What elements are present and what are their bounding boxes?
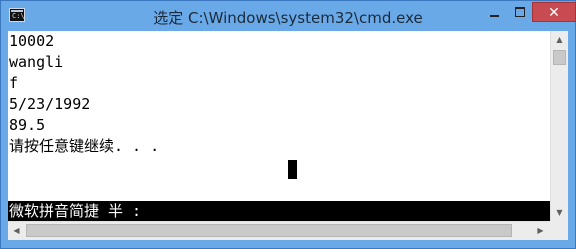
scroll-right-icon[interactable]: ▶ bbox=[532, 222, 549, 239]
console-line: 请按任意键继续. . . bbox=[9, 137, 160, 155]
maximize-button[interactable] bbox=[507, 2, 533, 22]
close-icon: ✕ bbox=[548, 5, 560, 21]
console-line: 5/23/1992 bbox=[9, 95, 91, 113]
console-output[interactable]: 10002 wangli f 5/23/1992 89.5 请按任意键继续. .… bbox=[8, 31, 550, 221]
minimize-button[interactable] bbox=[481, 2, 507, 22]
horizontal-scroll-thumb[interactable] bbox=[26, 224, 512, 237]
minimize-icon bbox=[489, 15, 499, 17]
cmd-window: C:\ 选定 C:\Windows\system32\cmd.exe ✕ 100… bbox=[0, 0, 576, 249]
console-line: f bbox=[9, 74, 19, 92]
vertical-scroll-thumb[interactable] bbox=[553, 50, 566, 65]
scroll-left-icon[interactable]: ◀ bbox=[8, 222, 25, 239]
console-line: 10002 bbox=[9, 32, 55, 50]
console-line: 89.5 bbox=[9, 116, 46, 134]
ime-status-bar: 微软拼音简捷 半 : bbox=[8, 201, 550, 221]
console-line: wangli bbox=[9, 53, 64, 71]
text-cursor bbox=[288, 160, 297, 179]
horizontal-scrollbar[interactable]: ◀ ▶ bbox=[8, 221, 550, 240]
title-bar[interactable]: C:\ 选定 C:\Windows\system32\cmd.exe ✕ bbox=[1, 1, 576, 31]
scroll-down-icon[interactable]: ▼ bbox=[551, 204, 568, 221]
scroll-up-icon[interactable]: ▲ bbox=[551, 31, 568, 48]
ime-status-text: 微软拼音简捷 半 : bbox=[9, 202, 142, 220]
close-button[interactable]: ✕ bbox=[532, 2, 576, 22]
maximize-icon bbox=[515, 7, 525, 17]
scrollbar-corner bbox=[550, 221, 568, 240]
vertical-scrollbar[interactable]: ▲ ▼ bbox=[550, 31, 568, 221]
